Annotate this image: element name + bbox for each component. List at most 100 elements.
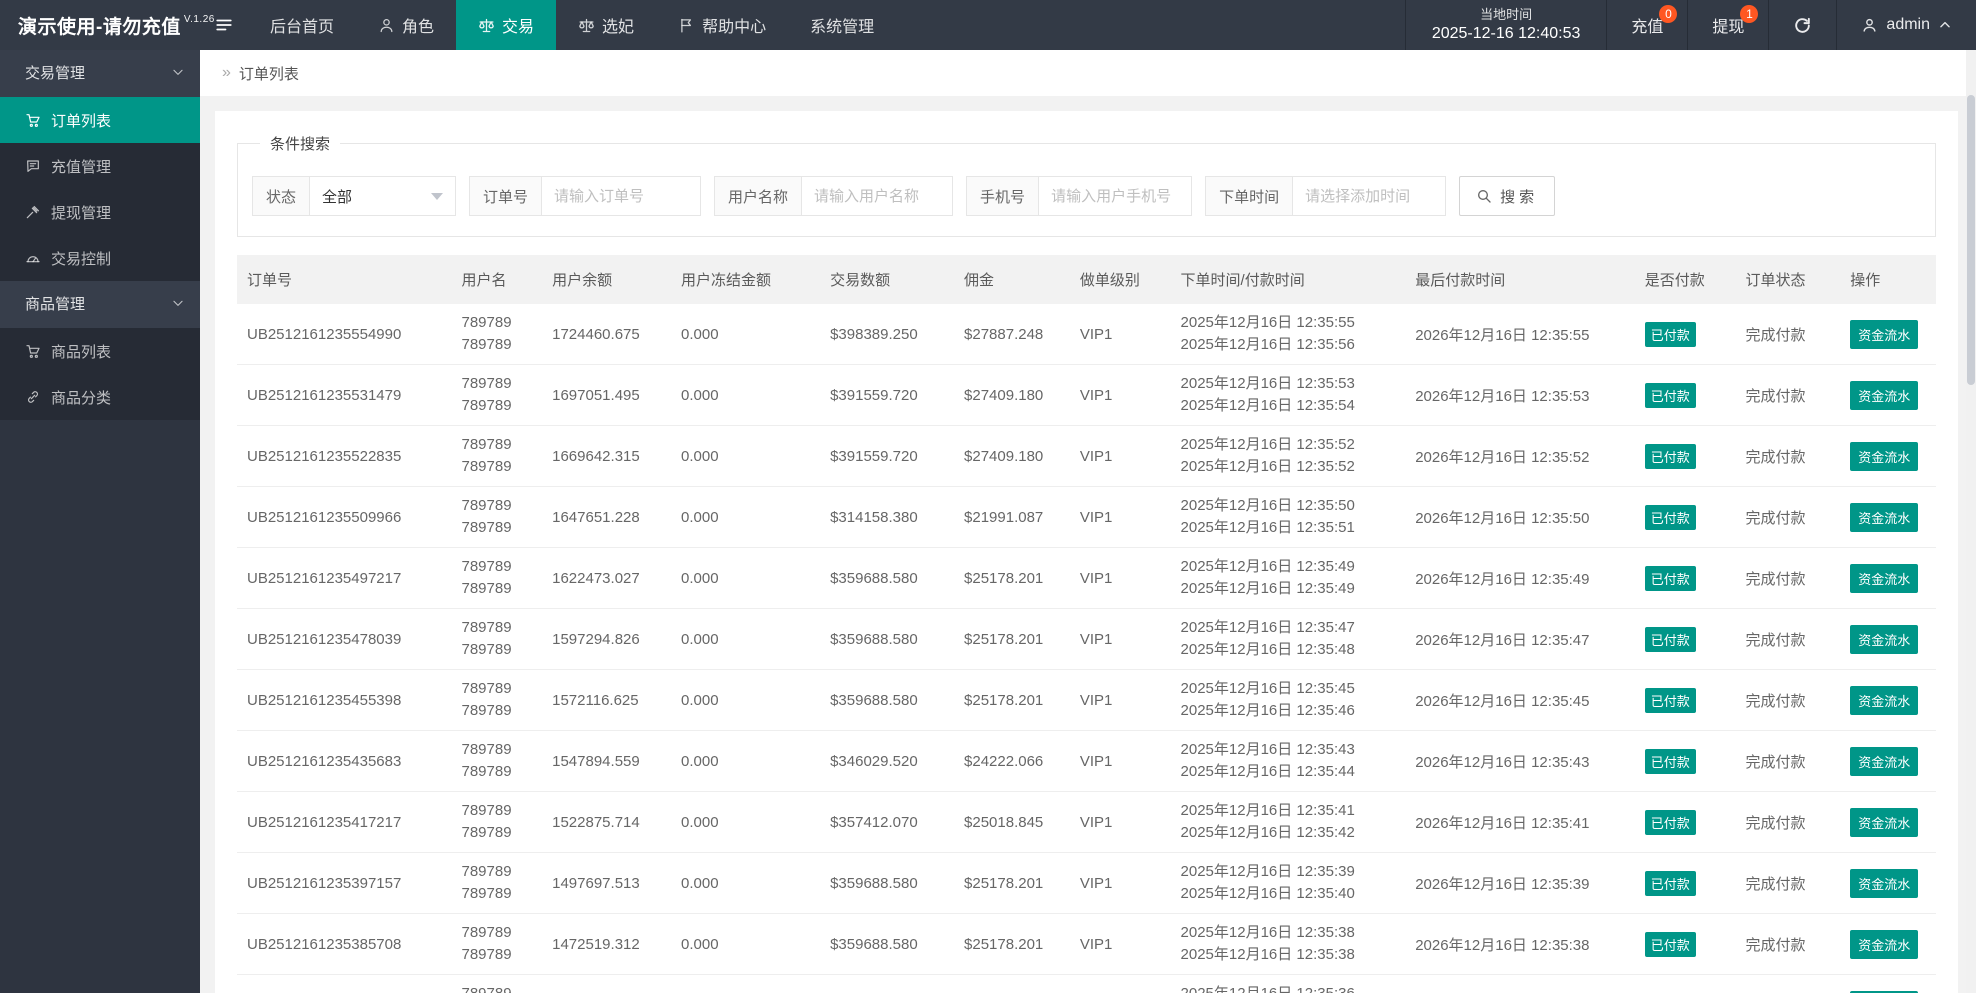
cell-last-pay-time: 2026年12月16日 12:35:50 bbox=[1405, 486, 1635, 548]
page-scrollbar[interactable] bbox=[1966, 50, 1976, 993]
chevron-down-icon bbox=[431, 192, 444, 200]
cell-paid: 已付款 bbox=[1634, 425, 1736, 487]
cell-status: 完成付款 bbox=[1735, 608, 1841, 670]
nav-tab[interactable]: 选妃 bbox=[556, 0, 656, 50]
sidebar-item[interactable]: 充值管理 bbox=[0, 143, 200, 189]
filter-username-label: 用户名称 bbox=[715, 177, 803, 215]
nav-tab-label: 帮助中心 bbox=[702, 19, 767, 36]
user-menu[interactable]: admin bbox=[1836, 0, 1976, 50]
cell-commission: $25018.845 bbox=[954, 791, 1070, 853]
status-select[interactable]: 全部 bbox=[310, 177, 455, 215]
cell-commission: $25178.201 bbox=[954, 913, 1070, 975]
funds-flow-button[interactable]: 资金流水 bbox=[1850, 868, 1919, 898]
funds-flow-button[interactable]: 资金流水 bbox=[1850, 319, 1919, 349]
funds-flow-button[interactable]: 资金流水 bbox=[1850, 441, 1919, 471]
funds-flow-button[interactable]: 资金流水 bbox=[1850, 624, 1919, 654]
nav-tab-label: 交易 bbox=[502, 19, 535, 36]
cell-frozen: 0.000 bbox=[671, 852, 821, 914]
recharge-button[interactable]: 充值 0 bbox=[1606, 0, 1687, 50]
cell-user: 789789789789 bbox=[451, 913, 543, 975]
cell-balance: 1447341.111 bbox=[542, 974, 672, 993]
cell-user: 789789789789 bbox=[451, 974, 543, 993]
nav-tab[interactable]: 系统管理 bbox=[788, 0, 896, 50]
cell-paid: 已付款 bbox=[1634, 304, 1736, 365]
sidebar-item[interactable]: 交易控制 bbox=[0, 235, 200, 281]
cell-user: 789789789789 bbox=[451, 608, 543, 670]
column-header: 用户名 bbox=[451, 255, 543, 304]
cell-order-times: 2025年12月16日 12:35:41 2025年12月16日 12:35:42 bbox=[1170, 791, 1406, 853]
cell-commission: $27409.180 bbox=[954, 364, 1070, 426]
funds-flow-button[interactable]: 资金流水 bbox=[1850, 929, 1919, 959]
cell-order-no: UB2512161235531479 bbox=[237, 364, 452, 426]
funds-flow-button[interactable]: 资金流水 bbox=[1850, 685, 1919, 715]
column-header: 用户冻结金额 bbox=[671, 255, 821, 304]
cell-order-times: 2025年12月16日 12:35:52 2025年12月16日 12:35:52 bbox=[1170, 425, 1406, 487]
nav-tab[interactable]: 交易 bbox=[456, 0, 557, 50]
cell-frozen: 0.000 bbox=[671, 608, 821, 670]
sidebar-group-label: 商品管理 bbox=[25, 296, 86, 313]
sidebar-item[interactable]: 提现管理 bbox=[0, 189, 200, 235]
sidebar-item[interactable]: 商品分类 bbox=[0, 374, 200, 420]
filter-username: 用户名称 bbox=[714, 176, 954, 216]
order-time-input[interactable] bbox=[1293, 177, 1446, 215]
funds-flow-button[interactable]: 资金流水 bbox=[1850, 746, 1919, 776]
order-no-input[interactable] bbox=[542, 177, 701, 215]
content-card: 条件搜索 状态 全部 订单号 用户名称 bbox=[215, 111, 1958, 993]
username-input[interactable] bbox=[802, 177, 953, 215]
cell-user: 789789789789 bbox=[451, 669, 543, 731]
funds-flow-button[interactable]: 资金流水 bbox=[1850, 563, 1919, 593]
withdraw-button[interactable]: 提现 1 bbox=[1687, 0, 1768, 50]
search-button-label: 搜索 bbox=[1500, 188, 1539, 206]
cell-paid: 已付款 bbox=[1634, 791, 1736, 853]
person-icon bbox=[1861, 17, 1878, 34]
cell-status: 完成付款 bbox=[1735, 304, 1841, 365]
filter-order-no-label: 订单号 bbox=[470, 177, 543, 215]
withdraw-badge: 1 bbox=[1740, 5, 1759, 23]
table-row: UB2512161235385708 789789 789789 1472519.31… bbox=[237, 913, 1936, 975]
cell-amount: $314158.380 bbox=[820, 486, 955, 548]
link-icon bbox=[25, 389, 41, 405]
sidebar-item[interactable]: 订单列表 bbox=[0, 97, 200, 143]
sidebar-group-items: 订单列表充值管理提现管理 交易控制 bbox=[0, 97, 200, 281]
recharge-badge: 0 bbox=[1659, 5, 1678, 23]
nav-tab-label: 选妃 bbox=[602, 19, 635, 36]
topbar-right: 当地时间 2025-12-16 12:40:53 充值 0 提现 1 admin bbox=[1404, 0, 1976, 50]
funds-flow-button[interactable]: 资金流水 bbox=[1850, 807, 1919, 837]
cell-balance: 1547894.559 bbox=[542, 730, 672, 792]
cell-level: VIP1 bbox=[1069, 974, 1171, 993]
column-header: 订单号 bbox=[237, 255, 452, 304]
phone-input[interactable] bbox=[1039, 177, 1192, 215]
cell-paid: 已付款 bbox=[1634, 852, 1736, 914]
cell-level: VIP1 bbox=[1069, 669, 1171, 731]
funds-flow-button[interactable]: 资金流水 bbox=[1850, 502, 1919, 532]
paid-badge: 已付款 bbox=[1644, 931, 1696, 957]
cell-order-no: UB2512161235397157 bbox=[237, 852, 452, 914]
brand-title: 演示使用-请勿充值 bbox=[18, 16, 181, 38]
sidebar-item-label: 充值管理 bbox=[51, 158, 112, 176]
scales-icon bbox=[578, 17, 595, 34]
menu-toggle-icon[interactable] bbox=[200, 0, 248, 50]
cell-order-no: UB2512161235385708 bbox=[237, 913, 452, 975]
paid-badge: 已付款 bbox=[1644, 565, 1696, 591]
scrollbar-thumb[interactable] bbox=[1967, 95, 1975, 385]
sidebar-group-header[interactable]: 交易管理 bbox=[0, 50, 200, 97]
local-time-value: 2025-12-16 12:40:53 bbox=[1431, 25, 1581, 42]
sidebar-group-header[interactable]: 商品管理 bbox=[0, 281, 200, 328]
funds-flow-button[interactable]: 资金流水 bbox=[1850, 380, 1919, 410]
nav-tab-label: 系统管理 bbox=[810, 19, 875, 36]
nav-tab[interactable]: 帮助中心 bbox=[656, 0, 788, 50]
cell-frozen: 0.000 bbox=[671, 669, 821, 731]
filter-order-time: 下单时间 bbox=[1205, 176, 1447, 216]
cell-balance: 1472519.312 bbox=[542, 913, 672, 975]
nav-tab[interactable]: 角色 bbox=[356, 0, 456, 50]
refresh-button[interactable] bbox=[1768, 0, 1836, 50]
filter-row: 状态 全部 订单号 用户名称 bbox=[252, 176, 1921, 216]
cell-level: VIP1 bbox=[1069, 486, 1171, 548]
cell-paid: 已付款 bbox=[1634, 364, 1736, 426]
cell-user: 789789789789 bbox=[451, 486, 543, 548]
paid-badge: 已付款 bbox=[1644, 626, 1696, 652]
cell-last-pay-time: 2026年12月16日 12:35:45 bbox=[1405, 669, 1635, 731]
sidebar-item[interactable]: 商品列表 bbox=[0, 328, 200, 374]
search-button[interactable]: 搜索 bbox=[1459, 176, 1556, 216]
nav-tab[interactable]: 后台首页 bbox=[248, 0, 356, 50]
